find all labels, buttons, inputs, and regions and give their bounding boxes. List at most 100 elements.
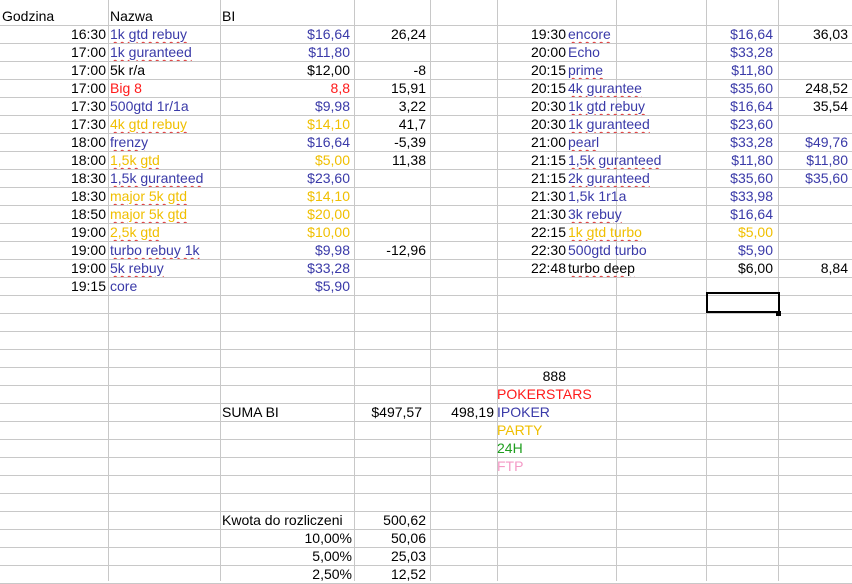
cell-bi[interactable]: $5,00: [222, 151, 350, 169]
cell-name[interactable]: pearl: [568, 133, 704, 151]
cell-result[interactable]: 36,03: [780, 25, 848, 43]
suma-label[interactable]: SUMA BI: [222, 403, 352, 421]
cell-bi[interactable]: $33,28: [708, 43, 773, 61]
cell-result[interactable]: [780, 115, 848, 133]
fill-handle[interactable]: [776, 311, 781, 316]
kwota-value[interactable]: 500,62: [356, 511, 426, 529]
cell-result[interactable]: -12,96: [356, 241, 426, 259]
cell-name[interactable]: 500gtd 1r/1a: [110, 97, 218, 115]
cell-result[interactable]: [356, 205, 426, 223]
cell-bi[interactable]: $12,00: [222, 61, 350, 79]
cell-result[interactable]: -5,39: [356, 133, 426, 151]
cell-result[interactable]: $35,60: [780, 169, 848, 187]
cell-time[interactable]: 20:00: [499, 43, 566, 61]
cell-name[interactable]: 5k rebuy: [110, 259, 218, 277]
cell-bi[interactable]: $16,64: [708, 97, 773, 115]
cell-time[interactable]: 19:00: [0, 223, 106, 241]
cell-time[interactable]: 20:15: [499, 61, 566, 79]
cell-time[interactable]: 18:00: [0, 133, 106, 151]
selected-cell[interactable]: [706, 292, 780, 313]
suma-other[interactable]: 498,19: [430, 403, 494, 421]
header-bi[interactable]: BI: [222, 7, 322, 25]
cell-bi[interactable]: $11,80: [708, 61, 773, 79]
cell-result[interactable]: $11,80: [780, 151, 848, 169]
cell-result[interactable]: 35,54: [780, 97, 848, 115]
cell-bi[interactable]: $33,28: [222, 259, 350, 277]
cell-name[interactable]: 1,5k 1r1a: [568, 187, 704, 205]
kwota-label[interactable]: Kwota do rozliczeni: [222, 511, 354, 529]
pct-value[interactable]: 25,03: [356, 547, 426, 565]
cell-name[interactable]: major 5k gtd: [110, 187, 218, 205]
cell-time[interactable]: 18:50: [0, 205, 106, 223]
cell-name[interactable]: Big 8: [110, 79, 218, 97]
cell-bi[interactable]: $16,64: [222, 133, 350, 151]
cell-time[interactable]: 17:30: [0, 115, 106, 133]
spreadsheet-grid[interactable]: Godzina Nazwa BI 16:30 1k gtd rebuy $16,64…: [0, 0, 852, 584]
pct-value[interactable]: 50,06: [356, 529, 426, 547]
cell-bi[interactable]: $16,64: [708, 205, 773, 223]
cell-name[interactable]: 1,5k gtd: [110, 151, 218, 169]
cell-time[interactable]: 18:30: [0, 169, 106, 187]
cell-time[interactable]: 22:48: [499, 259, 566, 277]
legend-ipoker[interactable]: IPOKER: [497, 403, 657, 421]
cell-time[interactable]: 18:00: [0, 151, 106, 169]
cell-result[interactable]: [356, 187, 426, 205]
cell-result[interactable]: [780, 187, 848, 205]
header-nazwa[interactable]: Nazwa: [110, 7, 210, 25]
cell-name[interactable]: 4k gurantee: [568, 79, 704, 97]
cell-bi[interactable]: $33,98: [708, 187, 773, 205]
cell-time[interactable]: 22:15: [499, 223, 566, 241]
cell-time[interactable]: 20:15: [499, 79, 566, 97]
cell-bi[interactable]: $5,00: [708, 223, 773, 241]
cell-name[interactable]: turbo rebuy 1k: [110, 241, 218, 259]
cell-bi[interactable]: $23,60: [222, 169, 350, 187]
cell-name[interactable]: 1k gtd turbo: [568, 223, 704, 241]
cell-time[interactable]: 19:00: [0, 241, 106, 259]
cell-result[interactable]: [780, 205, 848, 223]
cell-time[interactable]: 16:30: [0, 25, 106, 43]
cell-result[interactable]: 41,7: [356, 115, 426, 133]
cell-name[interactable]: 1k gtd rebuy: [110, 25, 218, 43]
cell-result[interactable]: [780, 61, 848, 79]
cell-result[interactable]: [780, 43, 848, 61]
cell-count[interactable]: 888: [499, 367, 566, 385]
pct-label[interactable]: 5,00%: [222, 547, 352, 565]
cell-name[interactable]: 3k rebuy: [568, 205, 704, 223]
cell-time[interactable]: 21:15: [499, 151, 566, 169]
cell-time[interactable]: 17:00: [0, 79, 106, 97]
cell-bi[interactable]: $20,00: [222, 205, 350, 223]
cell-result[interactable]: 8,84: [780, 259, 848, 277]
cell-bi[interactable]: $9,98: [222, 241, 350, 259]
cell-bi[interactable]: $5,90: [708, 241, 773, 259]
cell-bi[interactable]: $14,10: [222, 115, 350, 133]
cell-time[interactable]: 22:30: [499, 241, 566, 259]
cell-bi[interactable]: $33,28: [708, 133, 773, 151]
cell-time[interactable]: 21:00: [499, 133, 566, 151]
cell-result[interactable]: -8: [356, 61, 426, 79]
cell-time[interactable]: 19:30: [499, 25, 566, 43]
cell-name[interactable]: 1,5k guranteed: [568, 151, 704, 169]
cell-time[interactable]: 21:30: [499, 205, 566, 223]
cell-bi[interactable]: $11,80: [708, 151, 773, 169]
cell-name[interactable]: 4k gtd rebuy: [110, 115, 218, 133]
legend-party[interactable]: PARTY: [497, 421, 657, 439]
cell-time[interactable]: 21:15: [499, 169, 566, 187]
legend-pokerstars[interactable]: POKERSTARS: [497, 385, 657, 403]
legend-ftp[interactable]: FTP: [497, 457, 657, 475]
cell-time[interactable]: 17:00: [0, 61, 106, 79]
cell-time[interactable]: 20:30: [499, 97, 566, 115]
cell-result[interactable]: [780, 241, 848, 259]
cell-result[interactable]: [356, 43, 426, 61]
cell-bi[interactable]: $6,00: [708, 259, 773, 277]
header-godzina[interactable]: Godzina: [2, 7, 102, 25]
cell-bi[interactable]: $16,64: [708, 25, 773, 43]
cell-name[interactable]: 1,5k guranteed: [110, 169, 218, 187]
cell-time[interactable]: 18:30: [0, 187, 106, 205]
cell-bi[interactable]: $23,60: [708, 115, 773, 133]
cell-bi[interactable]: 8,8: [222, 79, 350, 97]
cell-name[interactable]: turbo deep: [568, 259, 704, 277]
pct-value[interactable]: 12,52: [356, 565, 426, 583]
cell-name[interactable]: prime: [568, 61, 704, 79]
cell-time[interactable]: 19:00: [0, 259, 106, 277]
cell-result[interactable]: 248,52: [780, 79, 848, 97]
